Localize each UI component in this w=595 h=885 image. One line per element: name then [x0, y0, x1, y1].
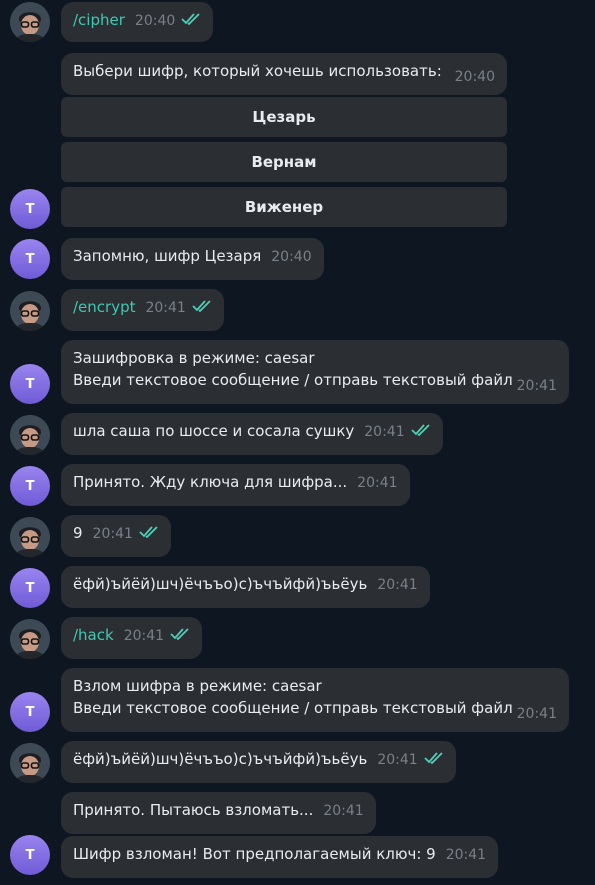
message-time: 20:41	[145, 300, 186, 316]
message-bubble[interactable]: /cipher 20:40	[61, 2, 214, 42]
message-time: 20:41	[92, 526, 133, 542]
message-bubble[interactable]: Шифр взломан! Вот предполагаемый ключ: 9…	[61, 836, 499, 878]
message-time: 20:40	[454, 69, 495, 85]
message-bubble[interactable]: Зашифровка в режиме: caesar Введи тексто…	[61, 340, 569, 404]
message-time: 20:40	[134, 13, 176, 29]
message-bubble[interactable]: /encrypt 20:41	[61, 289, 224, 331]
message-time: 20:41	[357, 475, 398, 491]
double-check-icon	[181, 10, 201, 32]
double-check-icon	[170, 625, 190, 647]
message-text: 9	[73, 524, 83, 542]
message-bubble[interactable]: Выбери шифр, который хочешь использовать…	[61, 53, 507, 95]
keyboard-button-vernam[interactable]: Вернам	[61, 142, 507, 182]
command-link[interactable]: /hack	[73, 626, 114, 644]
message-time: 20:41	[377, 577, 418, 593]
keyboard-button-caesar[interactable]: Цезарь	[61, 97, 507, 137]
command-link[interactable]: /cipher	[73, 11, 125, 29]
bot-avatar[interactable]: T	[10, 364, 50, 404]
message-text-line: Введи текстовое сообщение / отправь текс…	[73, 699, 513, 717]
keyboard-button-vigenere[interactable]: Виженер	[61, 187, 507, 227]
double-check-icon	[139, 523, 159, 545]
message-time: 20:41	[516, 706, 557, 722]
message-text: Выбери шифр, который хочешь использовать…	[73, 62, 442, 80]
message-text: ёфй)ъйёй)шч)ёчъъо)с)ъчъйфй)ъьёуь	[73, 750, 368, 768]
command-link[interactable]: /encrypt	[73, 298, 135, 316]
bot-avatar[interactable]: T	[10, 692, 50, 732]
double-check-icon	[192, 297, 212, 319]
user-avatar[interactable]	[10, 291, 50, 331]
message-text-line: Введи текстовое сообщение / отправь текс…	[73, 371, 513, 389]
message-time: 20:40	[271, 249, 312, 265]
double-check-icon	[410, 421, 431, 443]
message-text: Запомню, шифр Цезаря	[73, 247, 262, 265]
bot-avatar[interactable]: T	[10, 239, 50, 279]
message-bubble[interactable]: /hack 20:41	[61, 617, 203, 659]
bot-avatar[interactable]: T	[10, 835, 50, 875]
user-avatar[interactable]	[10, 2, 50, 42]
user-avatar[interactable]	[10, 743, 50, 783]
message-text: Шифр взломан! Вот предполагаемый ключ: 9	[73, 845, 436, 863]
message-bubble[interactable]: Принято. Пытаюсь взломать... 20:41	[61, 792, 376, 834]
message-text: Принято. Пытаюсь взломать...	[73, 801, 314, 819]
message-bubble[interactable]: шла саша по шоссе и сосала сушку 20:41	[61, 413, 443, 455]
message-bubble[interactable]: 9 20:41	[61, 515, 171, 557]
message-time: 20:41	[123, 628, 165, 644]
message-bubble[interactable]: Взлом шифра в режиме: caesar Введи текст…	[61, 668, 569, 732]
bot-avatar[interactable]: T	[10, 466, 50, 506]
message-time: 20:41	[377, 752, 418, 768]
message-bubble[interactable]: ёфй)ъйёй)шч)ёчъъо)с)ъчъйфй)ъьёуь 20:41	[61, 741, 456, 783]
message-text-line: Зашифровка в режиме: caesar	[73, 349, 315, 367]
message-time: 20:41	[445, 847, 487, 863]
message-text-line: Взлом шифра в режиме: caesar	[73, 677, 322, 695]
message-time: 20:41	[323, 803, 364, 819]
message-text: ёфй)ъйёй)шч)ёчъъо)с)ъчъйфй)ъьёуь	[73, 575, 368, 593]
message-bubble[interactable]: ёфй)ъйёй)шч)ёчъъо)с)ъчъйфй)ъьёуь 20:41	[61, 566, 430, 608]
message-time: 20:41	[364, 424, 405, 440]
user-avatar[interactable]	[10, 619, 50, 659]
bot-avatar[interactable]: T	[10, 189, 50, 229]
message-text: шла саша по шоссе и сосала сушку	[73, 422, 355, 440]
user-avatar[interactable]	[10, 415, 50, 455]
user-avatar[interactable]	[10, 517, 50, 557]
bot-avatar[interactable]: T	[10, 568, 50, 608]
message-bubble[interactable]: Принято. Жду ключа для шифра... 20:41	[61, 464, 410, 506]
double-check-icon	[424, 749, 444, 771]
message-bubble[interactable]: Запомню, шифр Цезаря 20:40	[61, 238, 324, 280]
message-text: Принято. Жду ключа для шифра...	[73, 473, 348, 491]
message-time: 20:41	[516, 378, 557, 394]
